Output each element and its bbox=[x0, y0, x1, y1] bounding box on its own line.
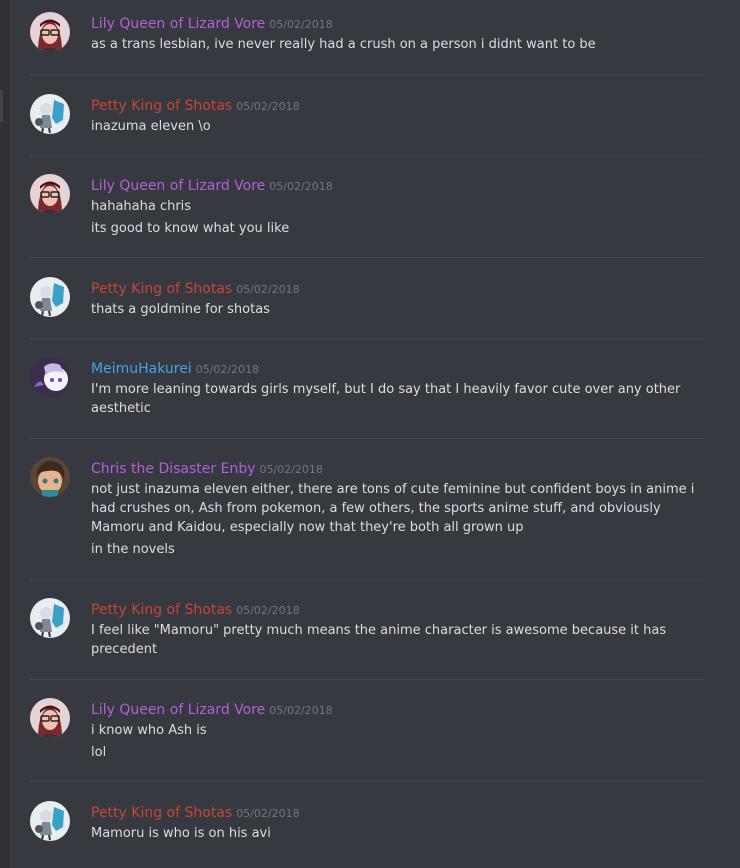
message-divider bbox=[30, 781, 705, 782]
message-content: thats a goldmine for shotas bbox=[91, 300, 696, 319]
petty-avatar-icon[interactable] bbox=[30, 94, 70, 134]
username[interactable]: Petty King of Shotas bbox=[91, 98, 232, 114]
left-scrollbar-edge bbox=[0, 0, 10, 868]
timestamp: 05/02/2018 bbox=[269, 180, 333, 193]
message-divider bbox=[30, 257, 705, 258]
message-content: i know who Ash is lol bbox=[91, 721, 696, 762]
message-header: Lily Queen of Lizard Vore 05/02/2018 bbox=[91, 699, 333, 718]
message-text: I'm more leaning towards girls myself, b… bbox=[91, 382, 681, 416]
message-header: Chris the Disaster Enby 05/02/2018 bbox=[91, 458, 323, 477]
timestamp: 05/02/2018 bbox=[236, 807, 300, 820]
message-divider bbox=[30, 679, 705, 680]
chris-avatar-icon[interactable] bbox=[30, 457, 70, 497]
message-header: Petty King of Shotas 05/02/2018 bbox=[91, 599, 300, 618]
username[interactable]: Lily Queen of Lizard Vore bbox=[91, 178, 265, 194]
timestamp: 05/02/2018 bbox=[236, 283, 300, 296]
petty-avatar-icon[interactable] bbox=[30, 277, 70, 317]
message-text: inazuma eleven \o bbox=[91, 119, 211, 134]
timestamp: 05/02/2018 bbox=[269, 704, 333, 717]
scroll-marker bbox=[0, 90, 3, 122]
timestamp: 05/02/2018 bbox=[236, 100, 300, 113]
message-text: its good to know what you like bbox=[91, 221, 290, 236]
message-text: Mamoru is who is on his avi bbox=[91, 826, 271, 841]
message-header: Petty King of Shotas 05/02/2018 bbox=[91, 278, 300, 297]
message-header: MeimuHakurei 05/02/2018 bbox=[91, 358, 259, 377]
lily-avatar-icon[interactable] bbox=[30, 174, 70, 214]
message-header: Petty King of Shotas 05/02/2018 bbox=[91, 95, 300, 114]
message-divider bbox=[30, 579, 705, 580]
message-text: not just inazuma eleven either, there ar… bbox=[91, 482, 695, 535]
petty-avatar-icon[interactable] bbox=[30, 598, 70, 638]
message-divider bbox=[30, 155, 705, 156]
message-text: I feel like "Mamoru" pretty much means t… bbox=[91, 623, 667, 657]
message-content: hahahaha chris its good to know what you… bbox=[91, 197, 696, 238]
message-header: Lily Queen of Lizard Vore 05/02/2018 bbox=[91, 175, 333, 194]
message-text: hahahaha chris bbox=[91, 199, 192, 214]
message-divider bbox=[30, 74, 705, 75]
username[interactable]: Lily Queen of Lizard Vore bbox=[91, 702, 265, 718]
timestamp: 05/02/2018 bbox=[195, 363, 260, 376]
username[interactable]: Petty King of Shotas bbox=[91, 281, 232, 297]
username[interactable]: Petty King of Shotas bbox=[91, 805, 232, 821]
message-header: Petty King of Shotas 05/02/2018 bbox=[91, 802, 300, 821]
message-content: Mamoru is who is on his avi bbox=[91, 824, 696, 843]
lily-avatar-icon[interactable] bbox=[30, 698, 70, 738]
lily-avatar-icon[interactable] bbox=[30, 12, 70, 52]
message-text: i know who Ash is bbox=[91, 723, 207, 738]
petty-avatar-icon[interactable] bbox=[30, 801, 70, 841]
username[interactable]: Petty King of Shotas bbox=[91, 602, 232, 618]
timestamp: 05/02/2018 bbox=[236, 604, 300, 617]
message-text: in the novels bbox=[91, 542, 175, 557]
message-content: I feel like "Mamoru" pretty much means t… bbox=[91, 621, 696, 659]
username[interactable]: MeimuHakurei bbox=[91, 361, 192, 377]
message-content: I'm more leaning towards girls myself, b… bbox=[91, 380, 696, 418]
message-text: lol bbox=[91, 745, 107, 760]
message-header: Lily Queen of Lizard Vore 05/02/2018 bbox=[91, 13, 333, 32]
message-divider bbox=[30, 438, 705, 439]
message-text: thats a goldmine for shotas bbox=[91, 302, 270, 317]
timestamp: 05/02/2018 bbox=[259, 463, 323, 476]
message-text: as a trans lesbian, ive never really had… bbox=[91, 37, 596, 52]
message-divider bbox=[30, 338, 705, 339]
message-content: as a trans lesbian, ive never really had… bbox=[91, 35, 696, 54]
username[interactable]: Lily Queen of Lizard Vore bbox=[91, 16, 265, 32]
meimu-avatar-icon[interactable] bbox=[30, 357, 70, 397]
username[interactable]: Chris the Disaster Enby bbox=[91, 461, 256, 477]
message-list[interactable]: Lily Queen of Lizard Vore 05/02/2018 as a… bbox=[10, 0, 740, 868]
message-content: not just inazuma eleven either, there ar… bbox=[91, 480, 696, 559]
timestamp: 05/02/2018 bbox=[269, 18, 333, 31]
message-content: inazuma eleven \o bbox=[91, 117, 696, 136]
